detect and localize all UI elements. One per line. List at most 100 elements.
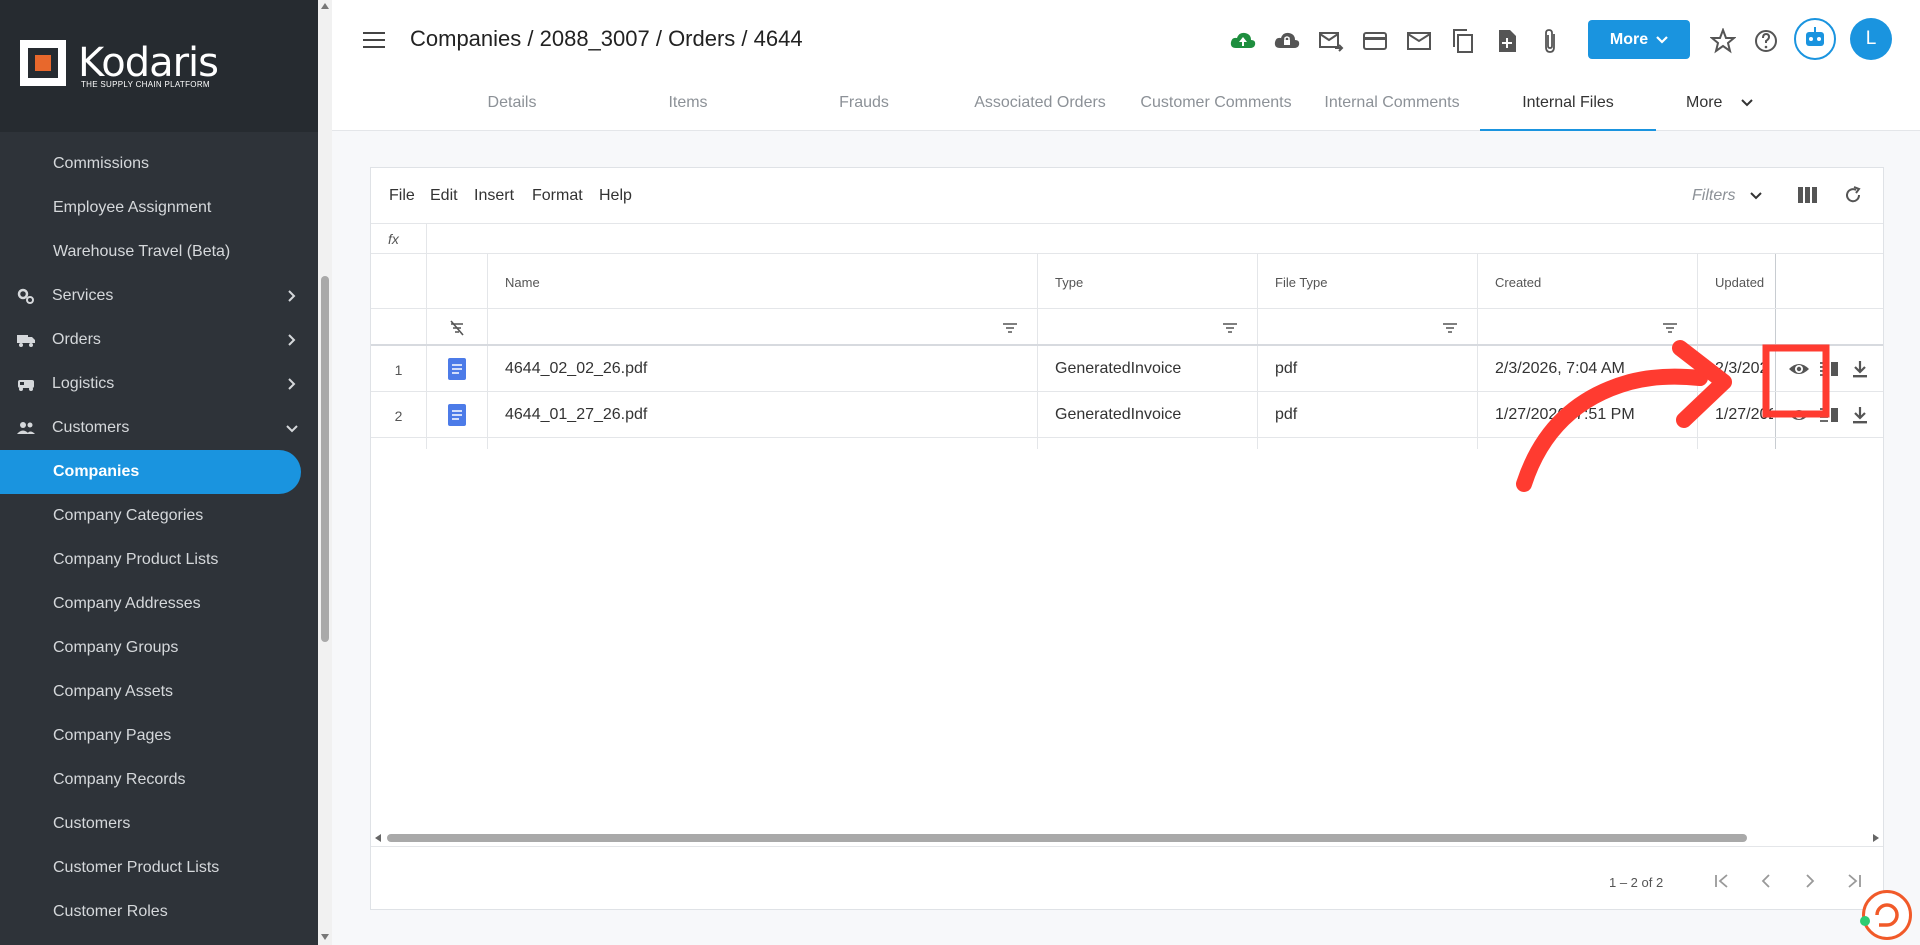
more-button[interactable]: More [1588, 20, 1690, 59]
cell-updated[interactable]: 2/3/202 [1715, 360, 1773, 378]
refresh-icon[interactable] [1843, 185, 1863, 205]
cell-name[interactable]: 4644_01_27_26.pdf [505, 406, 647, 424]
sidebar-item-label: Orders [52, 331, 101, 348]
download-icon[interactable] [1849, 405, 1871, 425]
sidebar-item-company-categories[interactable]: Company Categories [0, 494, 318, 538]
tab-bar: Details Items Frauds Associated Orders C… [424, 84, 1824, 131]
sidebar-item-warehouse-travel[interactable]: Warehouse Travel (Beta) [0, 230, 318, 274]
chevron-down-icon [1656, 35, 1668, 44]
column-header-updated[interactable]: Updated [1715, 275, 1764, 290]
table-row[interactable]: 1 4644_02_02_26.pdf GeneratedInvoice pdf… [371, 346, 1883, 392]
sidebar-item-customer-product-lists[interactable]: Customer Product Lists [0, 846, 318, 890]
sidebar-item-orders[interactable]: Orders [0, 318, 318, 362]
filters-dropdown[interactable]: Filters [1692, 187, 1762, 205]
tab-frauds[interactable]: Frauds [776, 84, 952, 131]
sidebar-item-company-records[interactable]: Company Records [0, 758, 318, 802]
cell-file-type[interactable]: pdf [1275, 406, 1297, 424]
column-header-file-type[interactable]: File Type [1275, 275, 1328, 290]
file-add-icon[interactable] [1494, 28, 1520, 54]
last-page-icon[interactable] [1845, 873, 1863, 889]
scroll-thumb[interactable] [321, 276, 329, 642]
columns-icon[interactable] [1797, 185, 1819, 205]
sidebar-item-company-pages[interactable]: Company Pages [0, 714, 318, 758]
filter-icon[interactable] [1443, 323, 1457, 333]
chevron-right-icon [288, 290, 296, 302]
next-page-icon[interactable] [1801, 873, 1819, 889]
cell-created[interactable]: 1/27/2026, 7:51 PM [1495, 406, 1635, 424]
column-header-created[interactable]: Created [1495, 275, 1541, 290]
columns-view-icon[interactable] [1818, 359, 1840, 379]
filter-icon[interactable] [1223, 323, 1237, 333]
sidebar-item-company-addresses[interactable]: Company Addresses [0, 582, 318, 626]
credit-card-icon[interactable] [1362, 28, 1388, 54]
scroll-down-icon[interactable] [321, 934, 329, 940]
scroll-right-icon[interactable] [1871, 834, 1879, 842]
tab-items[interactable]: Items [600, 84, 776, 131]
sidebar-item-companies[interactable]: Companies [0, 450, 301, 494]
sidebar-item-logistics[interactable]: Logistics [0, 362, 318, 406]
menu-edit[interactable]: Edit [430, 187, 458, 205]
mail-icon[interactable] [1406, 28, 1432, 54]
cell-name[interactable]: 4644_02_02_26.pdf [505, 360, 647, 378]
view-icon[interactable] [1788, 359, 1810, 379]
first-page-icon[interactable] [1713, 873, 1731, 889]
cell-file-type[interactable]: pdf [1275, 360, 1297, 378]
sidebar-item-customer-roles[interactable]: Customer Roles [0, 890, 318, 934]
menu-help[interactable]: Help [599, 187, 632, 205]
attachment-icon[interactable] [1538, 28, 1564, 54]
sidebar-item-company-product-lists[interactable]: Company Product Lists [0, 538, 318, 582]
avatar[interactable]: L [1850, 18, 1892, 60]
sidebar-item-employee-assignment[interactable]: Employee Assignment [0, 186, 318, 230]
tab-internal-files[interactable]: Internal Files [1480, 84, 1656, 131]
cell-created[interactable]: 2/3/2026, 7:04 AM [1495, 360, 1625, 378]
sidebar-item-company-assets[interactable]: Company Assets [0, 670, 318, 714]
bot-button[interactable] [1794, 18, 1836, 60]
menu-icon[interactable] [363, 31, 385, 49]
tab-customer-comments[interactable]: Customer Comments [1128, 84, 1304, 131]
chat-button[interactable] [1862, 890, 1912, 940]
cell-type[interactable]: GeneratedInvoice [1055, 406, 1181, 424]
tab-associated-orders[interactable]: Associated Orders [952, 84, 1128, 131]
copy-icon[interactable] [1450, 28, 1476, 54]
sidebar-item-customers[interactable]: Customers [0, 406, 318, 450]
document-icon[interactable] [448, 358, 466, 380]
scroll-thumb[interactable] [387, 834, 1747, 842]
help-icon[interactable] [1753, 28, 1779, 54]
truck-icon [17, 335, 35, 347]
filter-icon[interactable] [1003, 323, 1017, 333]
menu-file[interactable]: File [389, 187, 415, 205]
table-row[interactable]: 2 4644_01_27_26.pdf GeneratedInvoice pdf… [371, 392, 1883, 438]
tab-details[interactable]: Details [424, 84, 600, 131]
scroll-left-icon[interactable] [375, 834, 383, 842]
sidebar-item-label: Warehouse Travel (Beta) [53, 243, 231, 260]
previous-page-icon[interactable] [1757, 873, 1775, 889]
filter-icon[interactable] [1663, 323, 1677, 333]
cloud-lock-icon[interactable] [1274, 28, 1300, 54]
sidebar-item-company-groups[interactable]: Company Groups [0, 626, 318, 670]
sidebar-scrollbar[interactable] [318, 0, 332, 945]
menu-insert[interactable]: Insert [474, 187, 514, 205]
download-icon[interactable] [1849, 359, 1871, 379]
sidebar-item-commissions[interactable]: Commissions [0, 142, 318, 186]
view-icon[interactable] [1788, 405, 1810, 425]
bot-icon [1806, 27, 1824, 46]
fx-label: fx [388, 231, 399, 247]
sidebar-item-label: Company Pages [53, 727, 172, 744]
clear-filter-icon[interactable] [449, 320, 465, 336]
cell-updated[interactable]: 1/27/202 [1715, 406, 1773, 424]
document-icon[interactable] [448, 404, 466, 426]
mail-forward-icon[interactable] [1318, 28, 1344, 54]
cell-type[interactable]: GeneratedInvoice [1055, 360, 1181, 378]
column-header-name[interactable]: Name [505, 275, 540, 290]
menu-format[interactable]: Format [532, 187, 583, 205]
column-header-type[interactable]: Type [1055, 275, 1083, 290]
sidebar-item-customers-list[interactable]: Customers [0, 802, 318, 846]
tab-more[interactable]: More [1656, 84, 1761, 131]
sidebar-item-services[interactable]: Services [0, 274, 318, 318]
tab-internal-comments[interactable]: Internal Comments [1304, 84, 1480, 131]
horizontal-scrollbar[interactable] [375, 832, 1879, 844]
scroll-up-icon[interactable] [321, 3, 329, 9]
cloud-upload-icon[interactable] [1230, 28, 1256, 54]
columns-view-icon[interactable] [1818, 405, 1840, 425]
star-icon[interactable] [1710, 28, 1736, 54]
